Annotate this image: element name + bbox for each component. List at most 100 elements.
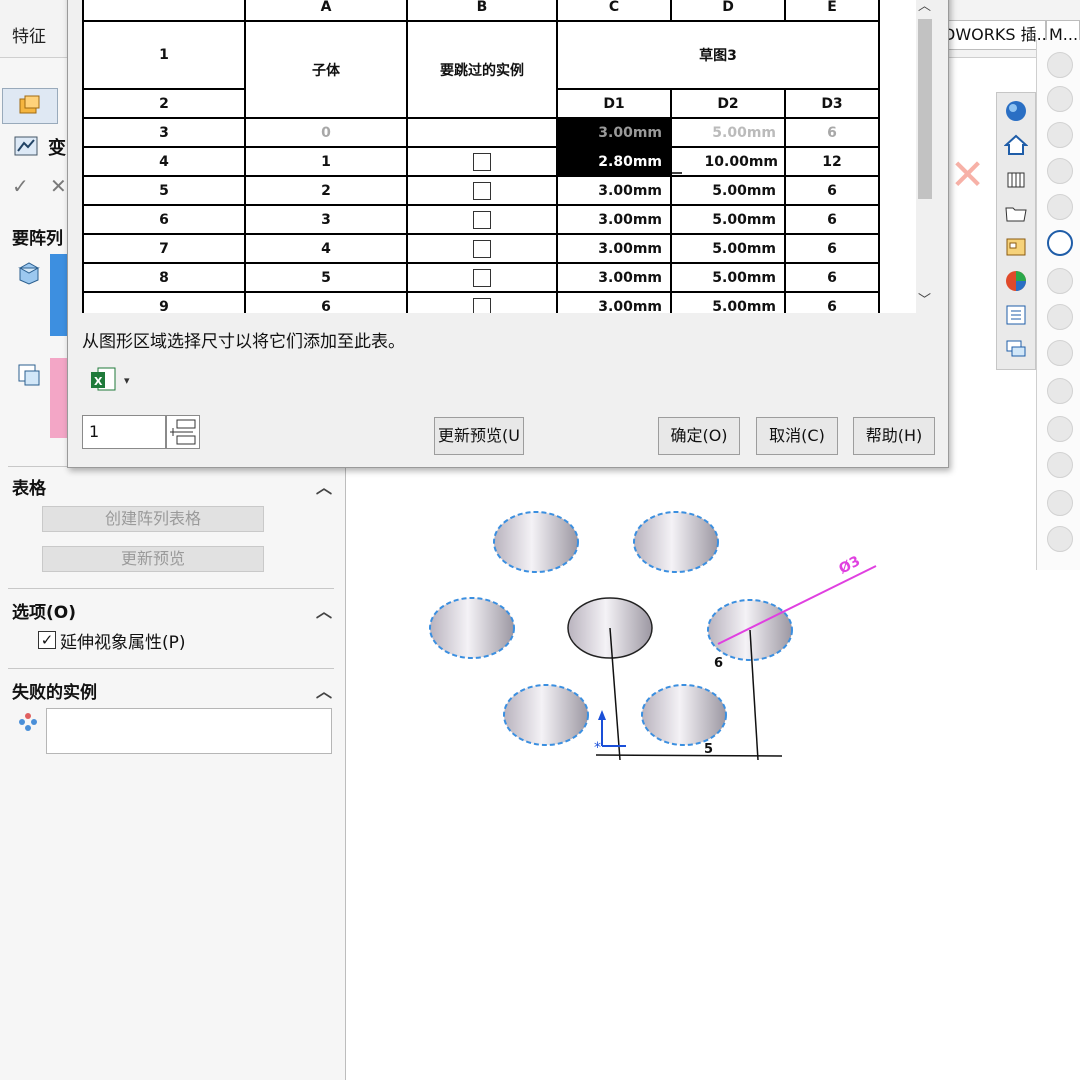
create-pattern-table-button[interactable]: 创建阵列表格	[42, 506, 264, 532]
instance-count-input[interactable]: 1	[82, 415, 166, 449]
dimension-line[interactable]	[595, 754, 783, 757]
d2-cell[interactable]: 5.00mm	[670, 262, 786, 293]
collapse-chevron-icon[interactable]: ︿	[316, 678, 332, 702]
d3-cell[interactable]: 6	[784, 291, 880, 313]
skip-checkbox[interactable]	[473, 181, 491, 200]
ok-button[interactable]: 确定(O)	[658, 417, 740, 455]
d1-cell[interactable]: 3.00mm	[556, 262, 672, 293]
tool-icon[interactable]	[1047, 378, 1073, 404]
skip-cell[interactable]	[406, 146, 558, 177]
dimension-five[interactable]: 5	[704, 742, 713, 757]
parts-icon[interactable]	[1002, 165, 1030, 193]
pattern-table-grid[interactable]: A B C D E 1 子体 要跳过的实例 草图3 2 D1 D2 D3 3 0…	[82, 0, 930, 313]
tool-icon[interactable]	[1047, 490, 1073, 516]
collapse-chevron-icon[interactable]: ︿	[316, 474, 332, 498]
failed-instances-list[interactable]	[46, 708, 332, 754]
features-selection-list[interactable]	[50, 254, 68, 336]
scroll-down-icon[interactable]: ﹀	[918, 289, 931, 308]
collapse-chevron-icon[interactable]: ︿	[316, 598, 332, 622]
tab-solidworks-addins[interactable]: DWORKS 插...	[938, 20, 1046, 50]
sketch-canvas[interactable]: Ø3 6 5 *	[346, 470, 1036, 1080]
update-preview-dialog-button[interactable]: 更新预览(U	[434, 417, 524, 455]
d3-cell[interactable]: 6	[784, 204, 880, 235]
tool-icon[interactable]	[1047, 268, 1073, 294]
tool-icon[interactable]	[1047, 194, 1073, 220]
tool-icon[interactable]	[1047, 526, 1073, 552]
row-number[interactable]: 9	[82, 291, 246, 313]
tool-icon[interactable]	[1047, 452, 1073, 478]
d3-cell[interactable]: 12	[784, 146, 880, 177]
appearance-globe-icon[interactable]	[1002, 97, 1030, 125]
tool-icon[interactable]	[1047, 416, 1073, 442]
tab-feature[interactable]: 特征	[12, 22, 46, 47]
skip-checkbox[interactable]	[473, 239, 491, 258]
insert-row-button[interactable]	[166, 415, 200, 449]
skip-cell[interactable]	[406, 175, 558, 206]
home-icon[interactable]	[1002, 131, 1030, 159]
scrollbar-thumb[interactable]	[918, 19, 932, 199]
tool-icon[interactable]	[1047, 158, 1073, 184]
row-number[interactable]: 7	[82, 233, 246, 264]
row-number[interactable]: 4	[82, 146, 246, 177]
ok-check-icon[interactable]: ✓	[12, 174, 29, 198]
reference-selection-list[interactable]	[50, 358, 68, 438]
d2-cell[interactable]: 5.00mm	[670, 117, 786, 148]
tool-icon[interactable]	[1047, 122, 1073, 148]
row-number[interactable]: 2	[82, 88, 246, 119]
col-letter[interactable]: B	[406, 0, 558, 22]
view-palette-icon[interactable]	[1002, 233, 1030, 261]
cancel-button[interactable]: 取消(C)	[756, 417, 838, 455]
row-number[interactable]: 3	[82, 117, 246, 148]
update-preview-button[interactable]: 更新预览	[42, 546, 264, 572]
excel-import-button[interactable]: X ▾	[88, 363, 142, 397]
d3-cell[interactable]: 6	[784, 262, 880, 293]
skip-checkbox[interactable]	[473, 297, 491, 313]
col-letter[interactable]: A	[244, 0, 408, 22]
hole-instance[interactable]	[641, 684, 727, 746]
skip-cell[interactable]	[406, 262, 558, 293]
d3-cell[interactable]: 6	[784, 117, 880, 148]
skip-cell[interactable]	[406, 204, 558, 235]
target-icon[interactable]	[1047, 230, 1073, 256]
d1-cell[interactable]: 3.00mm	[556, 117, 672, 148]
d1-cell[interactable]: 2.80mm	[556, 146, 672, 177]
cancel-big-x-icon[interactable]: ✕	[950, 150, 985, 199]
d2-cell[interactable]: 5.00mm	[670, 291, 786, 313]
d2-cell[interactable]: 5.00mm	[670, 204, 786, 235]
appearances-icon[interactable]	[1002, 267, 1030, 295]
hole-instance[interactable]	[493, 511, 579, 573]
cancel-x-icon[interactable]: ✕	[50, 174, 67, 198]
tool-icon[interactable]	[1047, 86, 1073, 112]
col-letter[interactable]: D	[670, 0, 786, 22]
d2-cell[interactable]: 5.00mm	[670, 175, 786, 206]
d2-cell[interactable]: 5.00mm	[670, 233, 786, 264]
d3-cell[interactable]: 6	[784, 233, 880, 264]
d1-cell[interactable]: 3.00mm	[556, 291, 672, 313]
tool-icon[interactable]	[1047, 340, 1073, 366]
dropdown-arrow-icon[interactable]: ▾	[124, 374, 130, 387]
tool-icon[interactable]	[1047, 304, 1073, 330]
row-number[interactable]: 6	[82, 204, 246, 235]
skip-cell[interactable]	[406, 233, 558, 264]
skip-checkbox[interactable]	[473, 152, 491, 171]
skip-cell[interactable]	[406, 291, 558, 313]
row-number[interactable]: 8	[82, 262, 246, 293]
col-letter[interactable]: C	[556, 0, 672, 22]
col-letter[interactable]: E	[784, 0, 880, 22]
dimension-six[interactable]: 6	[714, 656, 723, 671]
section-table[interactable]: 表格 ︿	[0, 474, 346, 499]
tool-icon[interactable]	[1047, 52, 1073, 78]
skip-checkbox[interactable]	[473, 210, 491, 229]
section-options[interactable]: 选项(O) ︿	[0, 598, 346, 623]
custom-properties-icon[interactable]	[1002, 301, 1030, 329]
row-number[interactable]: 5	[82, 175, 246, 206]
d3-cell[interactable]: 6	[784, 175, 880, 206]
extend-visual-checkbox[interactable]: ✓	[38, 631, 56, 649]
folder-icon[interactable]	[1002, 199, 1030, 227]
hole-instance[interactable]	[429, 597, 515, 659]
table-scrollbar[interactable]: ︿ ﹀	[916, 0, 934, 313]
graphics-area[interactable]: Ø3 6 5 *	[346, 470, 1036, 1080]
scroll-up-icon[interactable]: ︿	[918, 0, 931, 14]
d1-cell[interactable]: 3.00mm	[556, 233, 672, 264]
d2-cell[interactable]: 10.00mm	[670, 146, 786, 177]
